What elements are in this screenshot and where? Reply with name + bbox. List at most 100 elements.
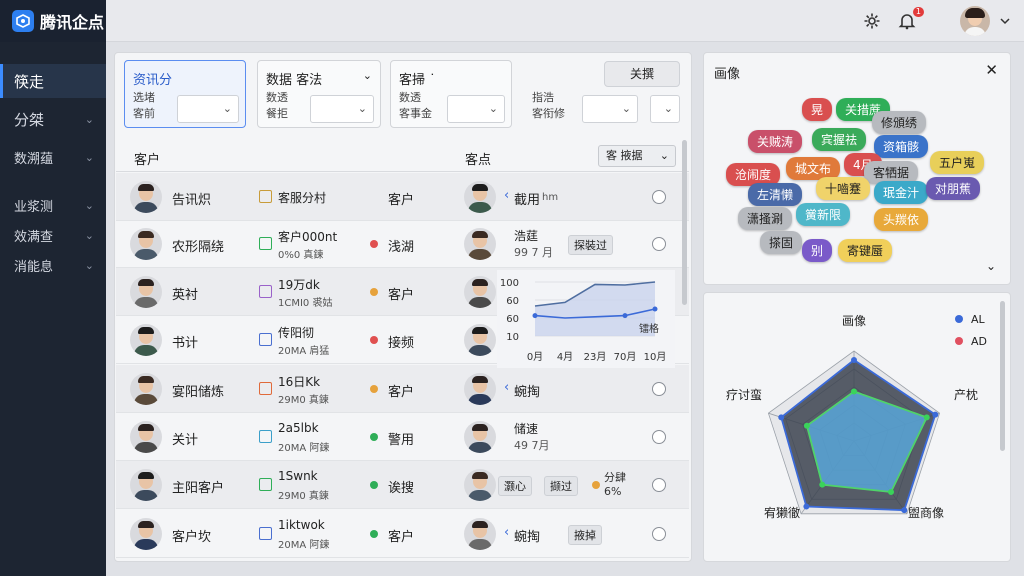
status-dot xyxy=(370,530,378,538)
action-chip[interactable]: 撷过 xyxy=(544,476,578,496)
owner-avatar xyxy=(464,373,496,405)
persona-tag[interactable]: 别 xyxy=(802,239,833,262)
table-row[interactable]: 关计 2a5lbk 20MA 阿鍊 警用 储速 49 7月 xyxy=(116,413,689,461)
persona-tag[interactable]: 左清懒 xyxy=(748,183,803,206)
filter-select[interactable]: ⌄ xyxy=(447,95,505,123)
row-radio[interactable] xyxy=(652,382,666,396)
close-filter-button[interactable]: 关撰 xyxy=(604,61,680,87)
owner-avatar xyxy=(464,469,496,501)
sidebar-item-label: 效满查 xyxy=(14,229,54,245)
brand[interactable]: 腾讯企点 xyxy=(0,0,106,42)
table-row[interactable]: 宴阳储炼 16日Kk 29M0 真鍊 客户 ‹ 蜿掏 xyxy=(116,365,689,413)
x-tick-label: 0月 xyxy=(527,351,543,363)
expand-chevron-down-icon[interactable]: ⌄ xyxy=(986,259,996,273)
filter-card-1[interactable]: 资讯分 选堵 客前 ⌄ xyxy=(124,60,246,128)
row-radio[interactable] xyxy=(652,527,666,541)
filter-sub: 数透 xyxy=(266,91,288,104)
extra-label: 分肆 xyxy=(604,471,626,484)
table-row[interactable]: 农形隔绕 客户000nt 0%0 真鍊 浅湖 浩莛 99 7 月 探裝过 xyxy=(116,220,689,268)
customer-name: 客户坎 xyxy=(172,530,212,545)
persona-tag[interactable]: 头羰依 xyxy=(874,208,929,231)
tag-icon xyxy=(259,237,272,250)
table-row[interactable]: 主阳客户 1Swnk 29M0 真鍊 诶搜 灏心 撷过 分肆 6% xyxy=(116,461,689,509)
status-text: 客户 xyxy=(388,385,415,400)
filter-sub: 指浩 xyxy=(532,91,554,104)
dropdown-label: 客 掖据 xyxy=(606,149,643,162)
filter-card-3[interactable]: 客掃 ˙ 数透 客事金 ⌄ xyxy=(390,60,512,128)
filter-card-2[interactable]: 数据 客法 ⌄ 数透 餐拒 ⌄ xyxy=(257,60,381,128)
radar-scrollbar[interactable] xyxy=(1000,301,1005,451)
user-menu-chevron-down-icon[interactable] xyxy=(994,10,1016,32)
table-filter-dropdown[interactable]: 客 掖据 ⌄ xyxy=(598,145,676,167)
app-title: 腾讯企点 xyxy=(40,13,105,32)
legend-swatch xyxy=(955,315,963,323)
tag-icon xyxy=(259,430,272,443)
filter-select[interactable]: ⌄ xyxy=(177,95,239,123)
table-row[interactable]: 客户坎 1iktwok 20MA 阿鍊 客户 ‹ 蜿掏 掖掉 xyxy=(116,510,689,558)
action-chip[interactable]: 灏心 xyxy=(498,476,532,496)
settings-gear-icon[interactable] xyxy=(861,10,883,32)
persona-tag[interactable]: 十嚙蹇 xyxy=(816,177,871,200)
persona-tag[interactable]: 黉新限 xyxy=(796,203,851,226)
table-scrollbar[interactable] xyxy=(682,140,687,305)
series-point xyxy=(652,306,658,312)
status-text: 客户 xyxy=(388,288,415,303)
filter-select-small[interactable]: ⌄ xyxy=(650,95,680,123)
radar-point xyxy=(819,481,826,488)
owner-avatar xyxy=(464,518,496,550)
row-radio[interactable] xyxy=(652,478,666,492)
status-text: 诶搜 xyxy=(388,481,415,496)
tag-sub: 20MA 阿鍊 xyxy=(278,443,330,454)
sidebar: 筷走 分桀 ⌄ 数溯蕴 ⌄ 业浆测 ⌄ 效满查 ⌄ 消能息 ⌄ xyxy=(0,42,106,576)
owner-text[interactable]: 蜿掏 xyxy=(514,381,540,400)
persona-tag[interactable]: 潇搔涮 xyxy=(738,207,793,230)
tag-label: 客户000nt xyxy=(278,230,338,244)
user-avatar[interactable] xyxy=(960,6,990,36)
persona-tag[interactable]: 珉金汁 xyxy=(874,181,929,204)
action-chip[interactable]: 掖掉 xyxy=(568,525,602,545)
filter-sub: 客衔修 xyxy=(532,107,565,120)
row-radio[interactable] xyxy=(652,190,666,204)
persona-tag[interactable]: 搽固 xyxy=(760,231,803,254)
persona-tag[interactable]: 晃 xyxy=(802,98,833,121)
chevron-down-icon: ⌄ xyxy=(659,149,669,162)
filter-sub: 选堵 xyxy=(133,91,155,104)
persona-tag[interactable]: 关贼涛 xyxy=(748,130,803,153)
sidebar-item-3[interactable]: 业浆测 ⌄ xyxy=(0,190,106,220)
radar-point xyxy=(851,357,857,363)
filter-select[interactable]: ⌄ xyxy=(310,95,374,123)
chevron-down-icon: ⌄ xyxy=(222,102,232,115)
persona-tag[interactable]: 寄键蜃 xyxy=(838,239,893,262)
persona-tag[interactable]: 资箱骸 xyxy=(874,135,929,158)
filter-select[interactable]: ⌄ xyxy=(582,95,638,123)
table-row[interactable]: 告讯炽 客服分村 客户 ‹ 截用 hm xyxy=(116,173,689,221)
sidebar-item-5[interactable]: 消能息 ⌄ xyxy=(0,250,106,280)
customer-name: 告讯炽 xyxy=(172,193,212,208)
persona-tag[interactable]: 宾握祛 xyxy=(812,128,867,151)
persona-tag[interactable]: 对朋蕉 xyxy=(926,177,981,200)
owner-avatar xyxy=(464,181,496,213)
tag-icon xyxy=(259,285,272,298)
customer-avatar xyxy=(130,373,162,405)
customer-avatar xyxy=(130,518,162,550)
sidebar-item-1[interactable]: 分桀 ⌄ xyxy=(0,104,106,134)
sidebar-item-0[interactable]: 筷走 xyxy=(0,64,106,98)
owner-text[interactable]: 蜿掏 xyxy=(514,526,540,545)
persona-tag[interactable]: 五户嵬 xyxy=(930,151,985,174)
sidebar-item-4[interactable]: 效满查 ⌄ xyxy=(0,220,106,250)
row-radio[interactable] xyxy=(652,237,666,251)
legend-label: AD xyxy=(971,335,987,348)
status-text: 浅湖 xyxy=(388,240,415,255)
owner-text[interactable]: 截用 xyxy=(514,189,540,208)
legend-swatch xyxy=(955,337,963,345)
customer-name: 英衬 xyxy=(172,288,199,303)
notification-bell-icon[interactable]: 1 xyxy=(896,7,924,32)
close-icon[interactable]: ✕ xyxy=(985,61,998,79)
action-chip[interactable]: 探裝过 xyxy=(568,235,613,255)
sidebar-item-2[interactable]: 数溯蕴 ⌄ xyxy=(0,142,106,172)
filter-sub: 数透 xyxy=(399,91,421,104)
row-radio[interactable] xyxy=(652,430,666,444)
persona-tag[interactable]: 修頒绣 xyxy=(872,111,927,134)
tag-label: 1iktwok xyxy=(278,518,325,532)
tag-label: 2a5lbk xyxy=(278,421,319,435)
